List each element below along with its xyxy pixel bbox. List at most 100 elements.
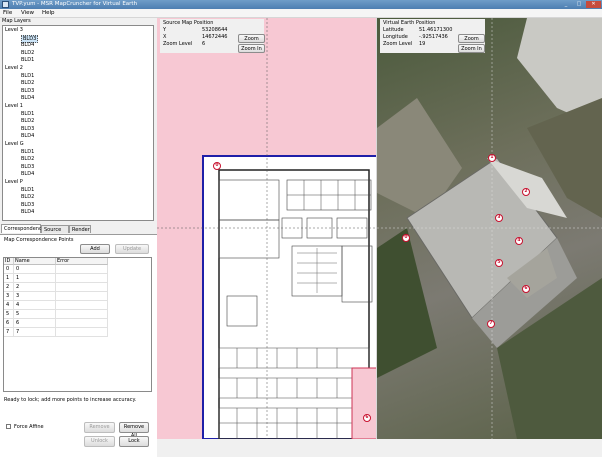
left-panel: Map Layers Level 3 BLD3 BLD4 BLD2 BLD1 Level … [0,18,157,457]
tree-node-level[interactable]: Level P [5,179,23,185]
table-row[interactable]: 00 [4,265,108,274]
tree-node-building[interactable]: BLD1 [21,149,34,155]
update-button[interactable]: Update [115,244,149,254]
ve-pin-1[interactable]: 1 [488,154,496,162]
menu-file[interactable]: File [3,10,12,17]
map-layers-label: Map Layers [2,18,31,24]
correspondence-grid: ID Name Error 0011223344556677 [3,257,152,392]
table-row[interactable]: 33 [4,292,108,301]
minimize-button[interactable]: _ [560,1,572,8]
longitude-value: -.92517436 [419,34,448,40]
menu-view[interactable]: View [21,10,34,17]
ve-pin-3[interactable]: 3 [495,214,503,222]
longitude-label: Longitude [383,34,408,40]
source-map-pane[interactable]: Source Map Position Y 53208644 X 1467244… [157,18,377,439]
window-title: TVP.yum - MSR MapCruncher for Virtual Ea… [12,1,138,7]
ve-zoom-value: 19 [419,41,426,47]
tree-node-building[interactable]: BLD1 [21,187,34,193]
table-cell: 4 [14,301,56,309]
ve-position-title: Virtual Earth Position [383,20,436,26]
tree-node-building[interactable]: BLD4 [21,133,34,139]
tree-node-building[interactable]: BLD1 [21,57,34,63]
latitude-value: 51.46171300 [419,27,453,33]
ve-pin-4[interactable]: 4 [515,237,523,245]
map-layers-tree[interactable]: Level 3 BLD3 BLD4 BLD2 BLD1 Level 2 BLD1 BLD2 BL… [2,25,154,221]
tab-correspondences[interactable]: Correspondences [1,224,47,233]
tree-node-level[interactable]: Level G [5,141,24,147]
correspondence-points-label: Map Correspondence Points [4,237,74,243]
lock-button[interactable]: Lock [119,436,149,447]
maximize-button[interactable]: □ [573,1,585,8]
add-button[interactable]: Add [80,244,110,254]
menu-bar: File View Help [0,9,602,18]
tree-node-building[interactable]: BLD4 [21,42,34,48]
column-header-name[interactable]: Name [14,258,56,265]
table-cell [56,274,108,282]
tree-node-level[interactable]: Level 1 [5,103,23,109]
tree-node-building[interactable]: BLD2 [21,80,34,86]
table-cell [56,283,108,291]
table-cell: 5 [4,310,14,318]
remove-button[interactable]: Remove [84,422,115,433]
tree-node-building[interactable]: BLD3 [21,202,34,208]
tree-node-level[interactable]: Level 2 [5,65,23,71]
table-cell: 4 [4,301,14,309]
status-text: Ready to lock; add more points to increa… [4,397,137,403]
tree-node-building[interactable]: BLD2 [21,118,34,124]
table-cell: 3 [14,292,56,300]
source-pin-0[interactable]: 0 [213,162,221,170]
table-cell: 6 [14,319,56,327]
correspondences-page: Map Correspondence Points Add Update ID … [0,234,157,457]
virtual-earth-pane[interactable]: Virtual Earth Position Latitude 51.46171… [377,18,602,439]
tree-node-level[interactable]: Level 3 [5,27,23,33]
ve-pin-7[interactable]: 7 [487,320,495,328]
table-row[interactable]: 77 [4,328,108,337]
tree-node-building[interactable]: BLD1 [21,73,34,79]
close-button[interactable]: ✕ [586,1,601,8]
table-row[interactable]: 11 [4,274,108,283]
table-row[interactable]: 44 [4,301,108,310]
ve-pin-0[interactable]: 0 [402,234,410,242]
table-cell [56,301,108,309]
table-row[interactable]: 66 [4,319,108,328]
tree-node-building[interactable]: BLD1 [21,111,34,117]
tree-node-building[interactable]: BLD3 [21,88,34,94]
table-cell: 6 [4,319,14,327]
tree-node-building[interactable]: BLD4 [21,209,34,215]
tree-node-building[interactable]: BLD3 [21,164,34,170]
ve-pin-2[interactable]: 2 [522,188,530,196]
table-cell [56,310,108,318]
source-pin-6[interactable]: 6 [363,414,371,422]
ve-zoom-out-button[interactable]: Zoom Out [458,34,485,50]
table-cell: 2 [14,283,56,291]
floor-plan [157,18,377,439]
force-affine-checkbox[interactable] [6,424,11,429]
tree-node-building[interactable]: BLD2 [21,194,34,200]
ve-pin-5[interactable]: 5 [495,259,503,267]
ve-zoom-in-button[interactable]: Zoom In [458,44,485,53]
tree-node-building[interactable]: BLD3 [21,126,34,132]
tab-source-info[interactable]: Source Info [41,225,69,241]
menu-help[interactable]: Help [42,10,55,17]
table-cell: 1 [4,274,14,282]
tree-node-building[interactable]: BLD4 [21,95,34,101]
table-cell [56,292,108,300]
remove-all-button[interactable]: Remove All [119,422,149,439]
unlock-button[interactable]: Unlock [84,436,115,447]
tree-node-building[interactable]: BLD2 [21,50,34,56]
table-cell: 0 [4,265,14,273]
aerial-imagery [377,18,602,439]
title-bar: TVP.yum - MSR MapCruncher for Virtual Ea… [0,0,602,9]
table-cell: 7 [14,328,56,336]
table-cell [56,328,108,336]
tree-node-building[interactable]: BLD2 [21,156,34,162]
tab-render[interactable]: Render [69,225,91,233]
table-cell: 2 [4,283,14,291]
table-cell: 1 [14,274,56,282]
column-header-id[interactable]: ID [4,258,14,265]
table-row[interactable]: 22 [4,283,108,292]
table-row[interactable]: 55 [4,310,108,319]
column-header-error[interactable]: Error [56,258,108,265]
tree-node-building[interactable]: BLD4 [21,171,34,177]
ve-pin-6[interactable]: 6 [522,285,530,293]
